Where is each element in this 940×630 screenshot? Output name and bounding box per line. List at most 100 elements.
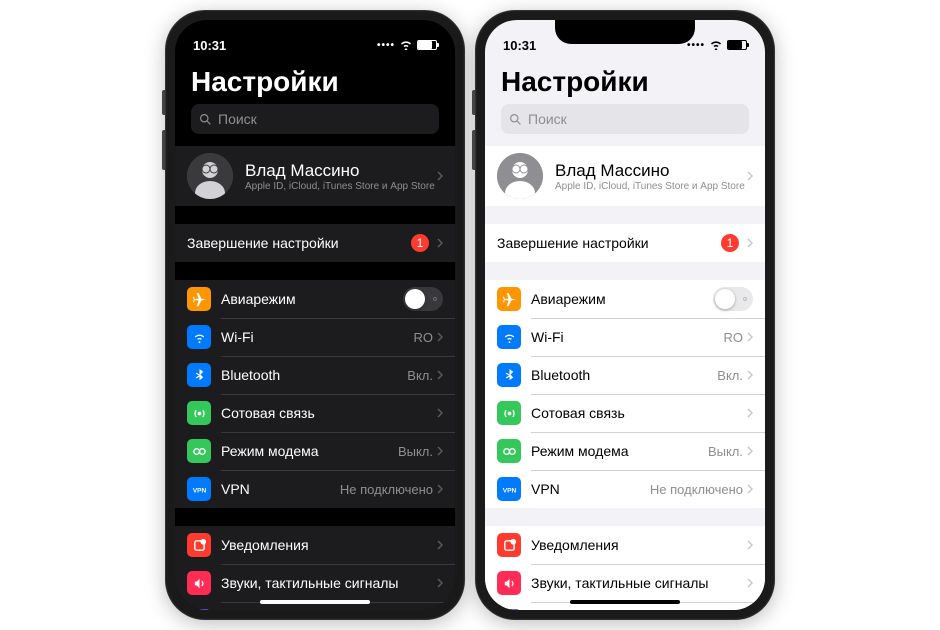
wifi-icon xyxy=(709,40,723,50)
chevron-right-icon xyxy=(437,332,443,342)
notifications-row[interactable]: Уведомления xyxy=(485,526,765,564)
page-title: Настройки xyxy=(175,58,455,104)
wifi-icon xyxy=(399,40,413,50)
cellular-row[interactable]: Сотовая связь xyxy=(485,394,765,432)
airplane-icon xyxy=(497,287,521,311)
chevron-right-icon xyxy=(437,171,443,181)
chevron-right-icon xyxy=(437,408,443,418)
profile-row[interactable]: Влад Массино Apple ID, iCloud, iTunes St… xyxy=(175,146,455,206)
row-value: Выкл. xyxy=(708,444,743,459)
row-value: Вкл. xyxy=(717,368,743,383)
search-icon xyxy=(509,113,522,126)
finish-setup-label: Завершение настройки xyxy=(497,235,721,251)
vpn-icon: VPN xyxy=(187,477,211,501)
phone-dark: 10:31 •••• Настройки Поиск Влад Массин xyxy=(165,10,465,620)
row-label: Сотовая связь xyxy=(531,405,747,421)
bluetooth-icon xyxy=(497,363,521,387)
chevron-right-icon xyxy=(437,540,443,550)
row-label: Сотовая связь xyxy=(221,405,437,421)
vpn-row[interactable]: VPN VPN Не подключено xyxy=(485,470,765,508)
chevron-right-icon xyxy=(747,332,753,342)
svg-text:VPN: VPN xyxy=(192,487,206,494)
sounds-icon xyxy=(187,571,211,595)
airplane-row[interactable]: Авиарежим xyxy=(485,280,765,318)
avatar xyxy=(497,153,543,199)
search-input[interactable]: Поиск xyxy=(501,104,749,134)
search-input[interactable]: Поиск xyxy=(191,104,439,134)
row-value: Вкл. xyxy=(407,368,433,383)
finish-setup-row[interactable]: Завершение настройки 1 xyxy=(485,224,765,262)
svg-text:VPN: VPN xyxy=(502,487,516,494)
row-label: Режим модема xyxy=(221,443,398,459)
chevron-right-icon xyxy=(747,484,753,494)
row-value: Не подключено xyxy=(340,482,433,497)
wifi-row[interactable]: Wi-Fi RO xyxy=(175,318,455,356)
airplane-row[interactable]: Авиарежим xyxy=(175,280,455,318)
chevron-right-icon xyxy=(747,238,753,248)
badge: 1 xyxy=(721,234,739,252)
signal-icon: •••• xyxy=(377,40,395,51)
cellular-row[interactable]: Сотовая связь xyxy=(175,394,455,432)
wifi-icon xyxy=(497,325,521,349)
row-label: Wi-Fi xyxy=(221,329,414,345)
row-label: Wi-Fi xyxy=(531,329,724,345)
row-label: Bluetooth xyxy=(531,367,717,383)
search-icon xyxy=(199,113,212,126)
row-value: Выкл. xyxy=(398,444,433,459)
search-placeholder: Поиск xyxy=(528,111,567,127)
notch xyxy=(555,20,695,44)
finish-setup-row[interactable]: Завершение настройки 1 xyxy=(175,224,455,262)
vpn-icon: VPN xyxy=(497,477,521,501)
row-label: Bluetooth xyxy=(221,367,407,383)
row-label: Уведомления xyxy=(221,537,437,553)
row-label: VPN xyxy=(531,481,650,497)
profile-subtitle: Apple ID, iCloud, iTunes Store и App Sto… xyxy=(245,181,437,192)
home-indicator[interactable] xyxy=(260,600,370,604)
row-value: Не подключено xyxy=(650,482,743,497)
status-icons: •••• xyxy=(377,40,437,51)
bluetooth-row[interactable]: Bluetooth Вкл. xyxy=(485,356,765,394)
profile-subtitle: Apple ID, iCloud, iTunes Store и App Sto… xyxy=(555,181,747,192)
status-time: 10:31 xyxy=(193,38,226,53)
bluetooth-row[interactable]: Bluetooth Вкл. xyxy=(175,356,455,394)
row-label: Авиарежим xyxy=(531,291,713,307)
hotspot-row[interactable]: Режим модема Выкл. xyxy=(175,432,455,470)
row-label: Режим модема xyxy=(531,443,708,459)
chevron-right-icon xyxy=(747,540,753,550)
dnd-icon xyxy=(187,609,211,610)
battery-icon xyxy=(417,40,437,50)
avatar xyxy=(187,153,233,199)
notifications-row[interactable]: Уведомления xyxy=(175,526,455,564)
vpn-row[interactable]: VPN VPN Не подключено xyxy=(175,470,455,508)
notifications-icon xyxy=(187,533,211,557)
hotspot-row[interactable]: Режим модема Выкл. xyxy=(485,432,765,470)
sounds-row[interactable]: Звуки, тактильные сигналы xyxy=(175,564,455,602)
chevron-right-icon xyxy=(437,446,443,456)
search-placeholder: Поиск xyxy=(218,111,257,127)
status-icons: •••• xyxy=(687,40,747,51)
dnd-icon xyxy=(497,609,521,610)
row-label: VPN xyxy=(221,481,340,497)
sounds-row[interactable]: Звуки, тактильные сигналы xyxy=(485,564,765,602)
cellular-icon xyxy=(497,401,521,425)
airplane-toggle[interactable] xyxy=(403,287,443,311)
profile-row[interactable]: Влад Массино Apple ID, iCloud, iTunes St… xyxy=(485,146,765,206)
chevron-right-icon xyxy=(747,578,753,588)
chevron-right-icon xyxy=(747,171,753,181)
badge: 1 xyxy=(411,234,429,252)
hotspot-icon xyxy=(497,439,521,463)
hotspot-icon xyxy=(187,439,211,463)
airplane-toggle[interactable] xyxy=(713,287,753,311)
notifications-icon xyxy=(497,533,521,557)
page-title: Настройки xyxy=(485,58,765,104)
battery-icon xyxy=(727,40,747,50)
airplane-icon xyxy=(187,287,211,311)
row-label: Звуки, тактильные сигналы xyxy=(221,575,437,591)
finish-setup-label: Завершение настройки xyxy=(187,235,411,251)
wifi-row[interactable]: Wi-Fi RO xyxy=(485,318,765,356)
row-label: Уведомления xyxy=(531,537,747,553)
home-indicator[interactable] xyxy=(570,600,680,604)
sounds-icon xyxy=(497,571,521,595)
chevron-right-icon xyxy=(747,408,753,418)
status-time: 10:31 xyxy=(503,38,536,53)
